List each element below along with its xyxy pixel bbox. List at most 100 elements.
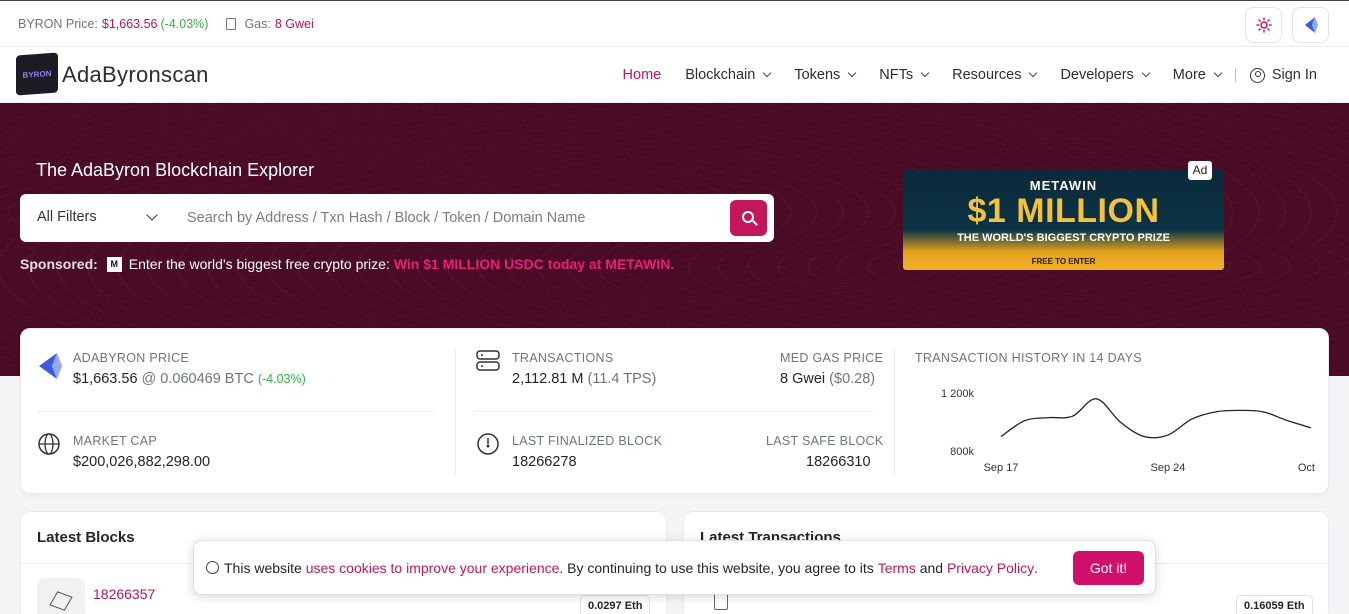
nav-developers[interactable]: Developers (1060, 67, 1151, 83)
filter-select[interactable]: All Filters (37, 209, 97, 225)
divider (37, 411, 434, 412)
chevron-down-icon (763, 68, 772, 78)
marketcap-value: $200,026,882,298.00 (73, 454, 211, 470)
tx-count[interactable]: 2,112.81 M (512, 371, 583, 387)
logo-text: BYRON (22, 68, 52, 80)
ad-brand: METAWIN (1029, 178, 1098, 193)
price-change: (-4.03%) (160, 16, 209, 31)
cookies-policy-link[interactable]: uses cookies to improve your experience (306, 560, 560, 576)
latest-blocks-title: Latest Blocks (37, 529, 135, 546)
search-icon (741, 211, 754, 223)
chevron-down-icon (1141, 68, 1151, 78)
price-usd: $1,663.56 (73, 371, 138, 387)
cookie-dot: . (1034, 559, 1038, 576)
sponsored-line: Sponsored: M Enter the world's biggest f… (20, 256, 674, 272)
search-bar: All Filters (20, 194, 774, 242)
cube-icon (49, 591, 73, 611)
top-bar: BYRON Price: $1,663.56 (-4.03%) Gas: 8 G… (0, 0, 1349, 47)
finalized-block-value[interactable]: 18266278 (512, 454, 577, 470)
price-stat-label: ADABYRON PRICE (73, 351, 190, 365)
accept-cookies-button[interactable]: Got it! (1073, 551, 1144, 585)
privacy-policy-link[interactable]: Privacy Policy (947, 560, 1034, 576)
hero-title: The AdaByron Blockchain Explorer (36, 160, 315, 180)
ad-badge: Ad (1188, 161, 1212, 180)
gas-usd: ($0.28) (829, 371, 876, 387)
user-icon (1249, 67, 1265, 83)
search-button[interactable] (730, 200, 767, 236)
divider (475, 411, 873, 412)
gas-pump-icon (226, 17, 237, 30)
gauge-icon (477, 433, 499, 455)
cookie-and: and (919, 559, 944, 576)
divider (455, 349, 456, 475)
transactions-value: 2,112.81 M (11.4 TPS) (512, 371, 656, 387)
globe-icon (38, 433, 60, 455)
ad-banner[interactable]: METAWIN $1 MILLION THE WORLD'S BIGGEST C… (903, 170, 1224, 270)
tx-history-chart[interactable]: 1 200k 800k Sep 17 Sep 24 Oct 1 (916, 351, 1316, 481)
chevron-down-icon (920, 68, 930, 78)
x-tick-label: Sep 17 (984, 462, 1019, 474)
search-input[interactable] (187, 204, 727, 232)
gas-gwei[interactable]: 8 Gwei (780, 371, 825, 387)
nav-resources-label: Resources (952, 67, 1022, 83)
y-tick-label: 1 200k (941, 388, 975, 400)
x-tick-label: Sep 24 (1150, 462, 1185, 474)
block-reward-badge: 0.0297 Eth (580, 595, 651, 614)
safe-block-label: LAST SAFE BLOCK (766, 434, 884, 448)
nav-blockchain-label: Blockchain (685, 67, 756, 83)
chevron-down-icon (1029, 68, 1038, 78)
adabyron-logo-icon (1304, 17, 1318, 33)
gas-info: Gas: 8 Gwei (226, 16, 314, 31)
sun-icon (1255, 17, 1272, 33)
chevron-down-icon[interactable] (146, 209, 158, 221)
y-tick-label: 800k (950, 446, 974, 458)
adabyron-logo-icon (39, 353, 62, 379)
theme-toggle-button[interactable] (1245, 7, 1282, 43)
brand-name[interactable]: AdaByronscan (62, 62, 209, 88)
chevron-down-icon (1213, 68, 1223, 78)
tx-value-badge: 0.16059 Eth (1236, 595, 1313, 614)
nav-resources[interactable]: Resources (952, 67, 1038, 83)
gas-price-value: 8 Gwei ($0.28) (780, 371, 875, 387)
network-switch-button[interactable] (1292, 7, 1329, 43)
nav-home[interactable]: Home (623, 67, 662, 83)
nav-tokens[interactable]: Tokens (794, 67, 857, 83)
nav-home-label: Home (622, 67, 662, 83)
nav-nfts[interactable]: NFTs (879, 67, 930, 83)
block-icon-box (37, 578, 85, 614)
nav-more-label: More (1172, 67, 1206, 83)
sponsored-text: Enter the world's biggest free crypto pr… (128, 256, 390, 272)
cookie-icon (206, 561, 219, 574)
nav-tokens-label: Tokens (794, 67, 841, 83)
server-icon (476, 350, 500, 371)
cookie-text-2: . By continuing to use this website, you… (559, 559, 874, 576)
terms-link[interactable]: Terms (878, 560, 916, 576)
x-tick-label: Oct 1 (1298, 462, 1316, 474)
sign-in-link[interactable]: Sign In (1249, 67, 1317, 83)
gas-price-label: MED GAS PRICE (780, 351, 884, 365)
ad-subtitle: THE WORLD'S BIGGEST CRYPTO PRIZE (957, 232, 1170, 244)
nav-nfts-label: NFTs (879, 67, 914, 83)
gas-label: Gas: (244, 16, 271, 31)
sponsored-link[interactable]: Win $1 MILLION USDC today at METAWIN. (394, 256, 674, 272)
cookie-text-1: This website (224, 559, 302, 576)
gas-value: 8 Gwei (274, 16, 314, 31)
nav-more[interactable]: More (1172, 67, 1223, 83)
transactions-label: TRANSACTIONS (512, 351, 614, 365)
metawin-icon: M (106, 256, 122, 272)
chevron-down-icon (848, 68, 857, 78)
cookie-banner: This website uses cookies to improve you… (193, 540, 1156, 595)
tx-tps: (11.4 TPS) (587, 371, 657, 387)
price-stat-value: $1,663.56 @ 0.060469 BTC (-4.03%) (73, 371, 306, 387)
nav-developers-label: Developers (1060, 67, 1134, 83)
nav-menu: Home Blockchain Tokens NFTs Resources De… (623, 47, 1317, 103)
brand-logo[interactable]: BYRON (16, 52, 58, 96)
nav-blockchain[interactable]: Blockchain (685, 67, 772, 83)
safe-block-value[interactable]: 18266310 (806, 454, 871, 470)
tx-history-line (1000, 398, 1312, 439)
block-number-link[interactable]: 18266357 (93, 586, 155, 602)
marketcap-label: MARKET CAP (73, 434, 158, 448)
sponsored-label: Sponsored: (20, 256, 98, 272)
divider (894, 349, 895, 475)
ad-headline: $1 MILLION (967, 192, 1160, 230)
